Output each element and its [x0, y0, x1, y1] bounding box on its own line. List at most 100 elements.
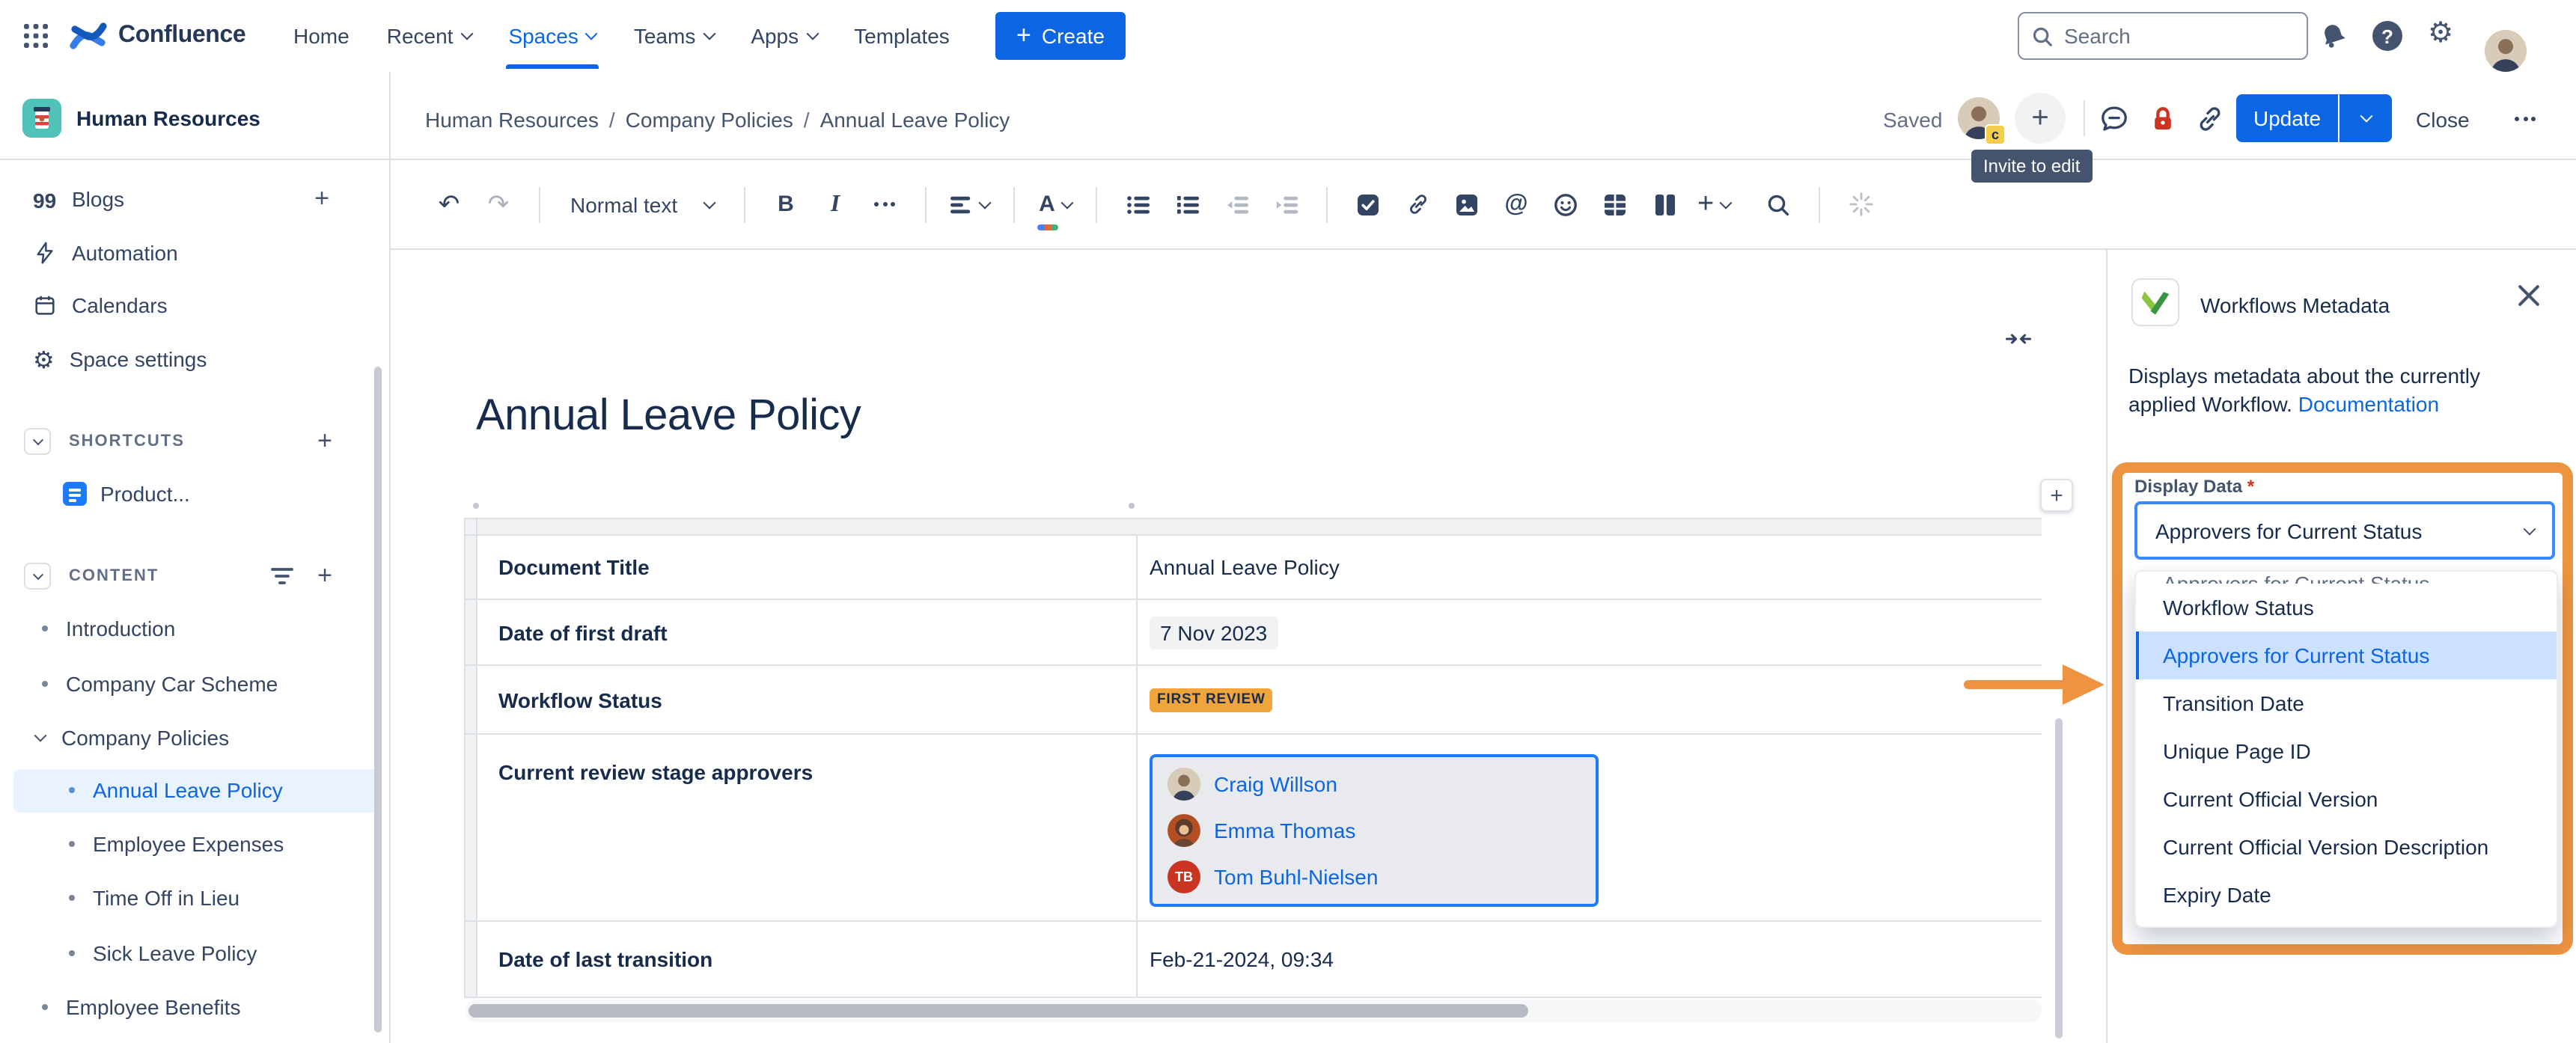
search-input[interactable]	[2064, 24, 2274, 48]
sidebar-page-company-policies[interactable]: Company Policies	[36, 717, 371, 759]
column-handle-dot[interactable]	[1129, 503, 1135, 509]
option-workflow-status[interactable]: Workflow Status	[2136, 584, 2557, 631]
approvers-macro[interactable]: Craig Willson Emma Thomas TB Tom Buhl-Ni…	[1150, 754, 1599, 907]
row-handle[interactable]	[466, 519, 477, 534]
italic-button[interactable]: I	[819, 183, 852, 225]
collapse-shortcuts-button[interactable]	[24, 428, 51, 455]
row-handle[interactable]	[466, 735, 477, 920]
row-value[interactable]: Annual Leave Policy	[1138, 536, 2042, 599]
close-button[interactable]: Close	[2416, 108, 2470, 132]
insert-link-button[interactable]	[1401, 183, 1434, 225]
bullet-list-button[interactable]	[1121, 183, 1154, 225]
outdent-button[interactable]	[1220, 183, 1253, 225]
notifications-button[interactable]	[2319, 21, 2348, 58]
find-replace-button[interactable]	[1762, 183, 1795, 225]
insert-more-dropdown[interactable]: +	[1697, 183, 1730, 225]
invite-to-edit-button[interactable]: +	[2015, 93, 2066, 144]
sidebar-page-employee-expenses[interactable]: Employee Expenses	[69, 823, 368, 865]
approver-row[interactable]: Craig Willson	[1168, 768, 1581, 801]
table-row[interactable]: Workflow Status FIRST REVIEW	[466, 666, 2042, 735]
task-button[interactable]	[1352, 183, 1385, 225]
insert-table-button[interactable]	[1599, 183, 1632, 225]
table-row[interactable]: Date of last transition Feb-21-2024, 09:…	[466, 922, 2042, 998]
update-dropdown-button[interactable]	[2340, 94, 2392, 142]
approver-row[interactable]: TB Tom Buhl-Nielsen	[1168, 860, 1581, 893]
option-approvers-for-current-status[interactable]: Approvers for Current Status	[2136, 631, 2557, 679]
emoji-button[interactable]	[1549, 183, 1582, 225]
add-content-button[interactable]: +	[317, 561, 332, 591]
sidebar-page-sick-leave-policy[interactable]: Sick Leave Policy	[69, 932, 368, 974]
column-handle-dot[interactable]	[473, 503, 479, 509]
redo-button[interactable]: ↷	[482, 183, 515, 225]
breadcrumb-parent[interactable]: Company Policies	[626, 108, 793, 132]
option-current-official-version-description[interactable]: Current Official Version Description	[2136, 823, 2557, 871]
text-style-dropdown[interactable]: Normal text	[564, 183, 720, 225]
user-link[interactable]: Craig Willson	[1214, 772, 1337, 796]
sidebar-page-introduction[interactable]: Introduction	[42, 608, 371, 649]
sidebar-page-employee-benefits[interactable]: Employee Benefits	[42, 986, 371, 1028]
table-header-row[interactable]	[466, 519, 2042, 536]
add-table-column-button[interactable]: +	[2040, 479, 2073, 512]
add-blog-button[interactable]: +	[314, 184, 329, 214]
option-unique-page-id[interactable]: Unique Page ID	[2136, 727, 2557, 775]
comments-button[interactable]	[2099, 103, 2130, 142]
text-color-dropdown[interactable]: A	[1039, 183, 1072, 225]
space-header[interactable]: Human Resources	[22, 99, 260, 138]
indent-button[interactable]	[1269, 183, 1302, 225]
user-link[interactable]: Tom Buhl-Nielsen	[1214, 865, 1378, 889]
sidebar-item-calendars[interactable]: Calendars	[33, 284, 377, 326]
panel-close-button[interactable]	[2518, 284, 2540, 314]
nav-item-templates[interactable]: Templates	[854, 24, 950, 48]
help-button[interactable]: ?	[2372, 21, 2402, 51]
editor-scrollbar[interactable]	[2055, 718, 2063, 1039]
confluence-logo[interactable]: Confluence	[69, 18, 245, 54]
undo-button[interactable]: ↶	[433, 183, 466, 225]
table-row[interactable]: Date of first draft 7 Nov 2023	[466, 600, 2042, 666]
row-handle[interactable]	[466, 922, 477, 997]
row-handle[interactable]	[466, 536, 477, 599]
documentation-link[interactable]: Documentation	[2298, 392, 2439, 416]
nav-item-recent[interactable]: Recent	[387, 24, 471, 48]
settings-button[interactable]: ⚙	[2428, 16, 2453, 49]
option-current-official-version[interactable]: Current Official Version	[2136, 775, 2557, 823]
alignment-dropdown[interactable]	[950, 183, 989, 225]
user-link[interactable]: Emma Thomas	[1214, 819, 1355, 842]
mention-button[interactable]: @	[1500, 183, 1533, 225]
breadcrumb-space[interactable]: Human Resources	[425, 108, 599, 132]
date-chip[interactable]: 7 Nov 2023	[1150, 616, 1278, 649]
sidebar-page-annual-leave-policy[interactable]: Annual Leave Policy	[69, 769, 368, 811]
collapse-panel-button[interactable]	[2006, 329, 2031, 356]
breadcrumb-current[interactable]: Annual Leave Policy	[820, 108, 1010, 132]
restrictions-button[interactable]	[2148, 103, 2178, 142]
user-avatar[interactable]	[2485, 30, 2527, 72]
sidebar-item-blogs[interactable]: 99 Blogs +	[33, 178, 377, 220]
layouts-button[interactable]	[1648, 183, 1681, 225]
nav-item-home[interactable]: Home	[293, 24, 350, 48]
row-handle[interactable]	[466, 600, 477, 664]
ai-button[interactable]	[1844, 183, 1877, 225]
nav-item-spaces[interactable]: Spaces	[508, 24, 596, 48]
search-box[interactable]	[2018, 12, 2308, 60]
sidebar-item-space-settings[interactable]: ⚙ Space settings	[33, 338, 377, 380]
page-title[interactable]: Annual Leave Policy	[476, 392, 861, 441]
sidebar-shortcut-product[interactable]: Product...	[63, 473, 362, 515]
create-button[interactable]: + Create	[995, 12, 1126, 60]
option-transition-date[interactable]: Transition Date	[2136, 679, 2557, 727]
table-row[interactable]: Document Title Annual Leave Policy	[466, 536, 2042, 600]
nav-item-teams[interactable]: Teams	[634, 24, 713, 48]
add-shortcut-button[interactable]: +	[317, 426, 332, 456]
filter-icon[interactable]	[271, 567, 293, 585]
numbered-list-button[interactable]	[1171, 183, 1203, 225]
sidebar-item-automation[interactable]: Automation	[33, 232, 377, 274]
more-formatting-button[interactable]	[868, 183, 901, 225]
display-data-select[interactable]: Approvers for Current Status	[2134, 501, 2555, 560]
table-row[interactable]: Current review stage approvers Craig Wil…	[466, 735, 2042, 922]
horizontal-scrollbar-thumb[interactable]	[468, 1004, 1528, 1018]
copy-link-button[interactable]	[2194, 103, 2226, 142]
nav-item-apps[interactable]: Apps	[751, 24, 817, 48]
app-switcher-button[interactable]	[18, 18, 54, 54]
sidebar-page-company-car-scheme[interactable]: Company Car Scheme	[42, 663, 371, 705]
sidebar-scrollbar[interactable]	[374, 367, 382, 1033]
approver-row[interactable]: Emma Thomas	[1168, 814, 1581, 847]
insert-image-button[interactable]	[1450, 183, 1483, 225]
